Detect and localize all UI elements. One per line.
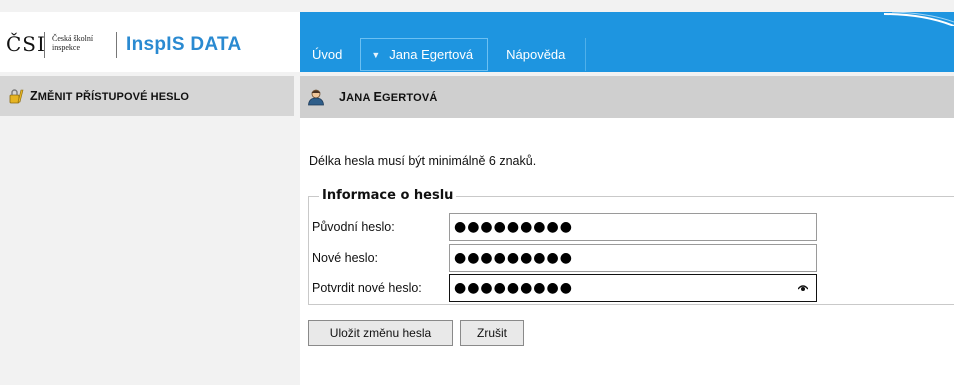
panel-header: JANA EGERTOVÁ bbox=[300, 76, 954, 118]
row-new-password: Nové heslo: ●●●●●●●●● bbox=[309, 243, 817, 273]
nav-divider bbox=[585, 38, 587, 71]
user-icon bbox=[308, 89, 324, 106]
sidebar-item-label: ZMĚNIT PŘÍSTUPOVÉ HESLO bbox=[30, 89, 189, 103]
logo-subtitle-line2: inspekce bbox=[52, 43, 80, 52]
new-password-value: ●●●●●●●●● bbox=[454, 250, 573, 266]
confirm-password-value: ●●●●●●●●● bbox=[454, 280, 573, 296]
fieldset-legend: Informace o heslu bbox=[319, 188, 457, 203]
new-password-field[interactable]: ●●●●●●●●● bbox=[449, 244, 817, 272]
header: ČSI Česká školní inspekce InspIS DATA Úvo… bbox=[0, 0, 954, 72]
logo-subtitle: Česká školní inspekce bbox=[52, 34, 93, 52]
sidebar-item-change-password[interactable]: ZMĚNIT PŘÍSTUPOVÉ HESLO bbox=[0, 76, 294, 116]
nav-user-menu[interactable]: ▼ Jana Egertová bbox=[360, 38, 489, 71]
row-old-password: Původní heslo: ●●●●●●●●● bbox=[309, 212, 817, 242]
logo-separator-2 bbox=[116, 32, 117, 58]
logo-subtitle-line1: Česká školní bbox=[52, 34, 94, 43]
row-confirm-password: Potvrdit nové heslo: ●●●●●●●●● bbox=[309, 273, 817, 303]
logo-csi: ČSI bbox=[6, 32, 46, 56]
nav-help[interactable]: Nápověda bbox=[494, 38, 577, 71]
old-password-field[interactable]: ●●●●●●●●● bbox=[449, 213, 817, 241]
page-title-part-2: GERTOVÁ bbox=[381, 92, 438, 104]
logo-separator bbox=[44, 32, 45, 58]
save-password-button[interactable]: Uložit změnu hesla bbox=[308, 320, 453, 346]
caret-down-icon: ▼ bbox=[371, 49, 381, 60]
nav-user-label: Jana Egertová bbox=[389, 47, 474, 62]
main-nav: Úvod ▼ Jana Egertová Nápověda bbox=[300, 38, 587, 71]
decorative-curve-icon bbox=[884, 12, 954, 26]
new-password-label: Nové heslo: bbox=[312, 251, 379, 265]
confirm-password-field[interactable]: ●●●●●●●●● bbox=[449, 274, 817, 302]
nav-home-label: Úvod bbox=[312, 47, 343, 62]
nav-home[interactable]: Úvod bbox=[300, 38, 354, 71]
app-name: InspIS DATA bbox=[126, 34, 242, 55]
password-fieldset: Informace o heslu Původní heslo: ●●●●●●●… bbox=[308, 188, 954, 305]
sidebar: ZMĚNIT PŘÍSTUPOVÉ HESLO bbox=[0, 76, 294, 385]
page: ČSI Česká školní inspekce InspIS DATA Úvo… bbox=[0, 0, 954, 385]
logo[interactable]: ČSI Česká školní inspekce InspIS DATA bbox=[0, 12, 300, 72]
sidebar-label-rest: MĚNIT PŘÍSTUPOVÉ HESLO bbox=[37, 91, 190, 103]
page-title-initial-2: E bbox=[373, 90, 382, 104]
confirm-password-label: Potvrdit nové heslo: bbox=[312, 281, 422, 295]
sidebar-label-initial: Z bbox=[30, 89, 38, 103]
old-password-value: ●●●●●●●●● bbox=[454, 219, 573, 235]
page-title: JANA EGERTOVÁ bbox=[339, 90, 438, 104]
reveal-password-eye-icon[interactable] bbox=[798, 284, 808, 292]
top-nav-bar: Úvod ▼ Jana Egertová Nápověda bbox=[300, 12, 954, 72]
main-panel: JANA EGERTOVÁ Délka hesla musí být minim… bbox=[300, 76, 954, 385]
lock-key-icon bbox=[9, 89, 24, 104]
old-password-label: Původní heslo: bbox=[312, 220, 395, 234]
cancel-button[interactable]: Zrušit bbox=[460, 320, 524, 346]
page-title-part: ANA bbox=[346, 92, 374, 104]
password-length-hint: Délka hesla musí být minimálně 6 znaků. bbox=[309, 154, 537, 168]
nav-help-label: Nápověda bbox=[506, 47, 566, 62]
